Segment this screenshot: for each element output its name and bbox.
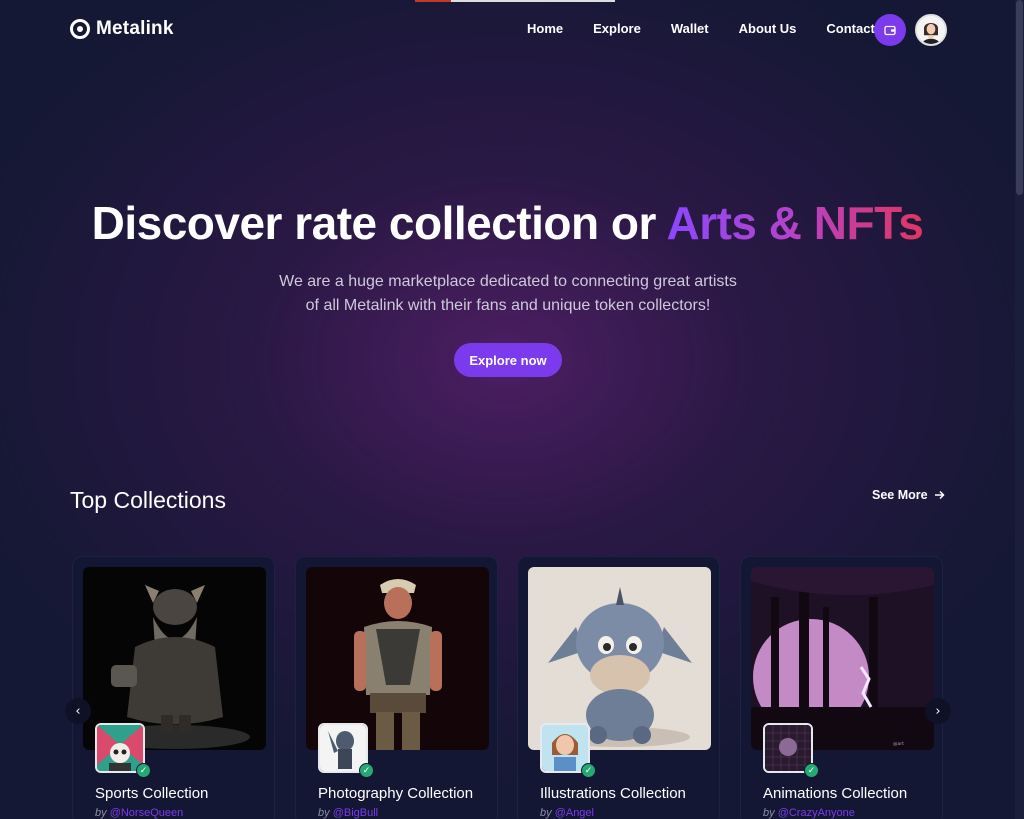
hero-title: Discover rate collection or Arts & NFTs xyxy=(0,196,1015,250)
author-handle[interactable]: @NorseQueen xyxy=(110,807,184,819)
verified-check-icon: ✓ xyxy=(359,763,374,778)
collection-author: by @BigBull xyxy=(318,807,378,819)
nav-wallet[interactable]: Wallet xyxy=(671,21,709,36)
by-label: by xyxy=(763,807,778,819)
collection-name[interactable]: Illustrations Collection xyxy=(540,785,686,802)
carousel-next-button[interactable]: › xyxy=(925,698,951,724)
collection-author: by @CrazyAnyone xyxy=(763,807,855,819)
collection-card-sports[interactable]: ✓ Sports Collection by @NorseQueen xyxy=(72,556,275,819)
see-more-link[interactable]: See More xyxy=(872,488,945,502)
svg-text:@art: @art xyxy=(893,741,904,747)
header: Metalink Home Explore Wallet About Us Co… xyxy=(0,0,1015,60)
verified-check-icon: ✓ xyxy=(581,763,596,778)
collection-author: by @Angel xyxy=(540,807,594,819)
scrollbar-thumb[interactable] xyxy=(1016,0,1023,195)
nav-contact[interactable]: Contact xyxy=(826,21,874,36)
avatar[interactable] xyxy=(915,14,947,46)
hero-subtitle-line2: of all Metalink with their fans and uniq… xyxy=(305,297,711,314)
explore-now-button[interactable]: Explore now xyxy=(454,343,562,377)
main-menu: Home Explore Wallet About Us Contact xyxy=(527,21,905,36)
chevron-left-icon: ‹ xyxy=(75,703,81,719)
hero-subtitle-line1: We are a huge marketplace dedicated to c… xyxy=(279,273,737,290)
collection-name[interactable]: Sports Collection xyxy=(95,785,208,802)
collection-card-illustrations[interactable]: ✓ Illustrations Collection by @Angel xyxy=(517,556,720,819)
by-label: by xyxy=(540,807,555,819)
nav-home[interactable]: Home xyxy=(527,21,563,36)
by-label: by xyxy=(95,807,110,819)
hero-title-highlight: Arts & NFTs xyxy=(666,197,924,249)
collection-card-animations[interactable]: @art ✓ Animations Collection by @CrazyAn… xyxy=(740,556,943,819)
user-avatar-icon xyxy=(917,16,945,44)
nav-about-us[interactable]: About Us xyxy=(739,21,797,36)
arrow-right-icon xyxy=(934,490,945,500)
author-handle[interactable]: @CrazyAnyone xyxy=(778,807,855,819)
logo[interactable]: Metalink xyxy=(70,18,174,40)
chevron-right-icon: › xyxy=(935,703,941,719)
wallet-icon xyxy=(884,25,896,36)
collection-name[interactable]: Animations Collection xyxy=(763,785,907,802)
carousel-prev-button[interactable]: ‹ xyxy=(65,698,91,724)
verified-check-icon: ✓ xyxy=(804,763,819,778)
scrollbar[interactable] xyxy=(1015,0,1024,819)
collection-card-photography[interactable]: ✓ Photography Collection by @BigBull xyxy=(295,556,498,819)
section-title: Top Collections xyxy=(70,487,226,513)
verified-check-icon: ✓ xyxy=(136,763,151,778)
wallet-button[interactable] xyxy=(874,14,906,46)
hero-subtitle: We are a huge marketplace dedicated to c… xyxy=(258,270,758,318)
brand-name: Metalink xyxy=(96,18,174,39)
nav-explore[interactable]: Explore xyxy=(593,21,641,36)
see-more-label: See More xyxy=(872,488,928,502)
by-label: by xyxy=(318,807,333,819)
author-handle[interactable]: @BigBull xyxy=(333,807,378,819)
logo-icon xyxy=(70,19,90,39)
hero-title-main: Discover rate collection or xyxy=(91,197,657,249)
collection-name[interactable]: Photography Collection xyxy=(318,785,473,802)
author-handle[interactable]: @Angel xyxy=(555,807,594,819)
collection-author: by @NorseQueen xyxy=(95,807,183,819)
